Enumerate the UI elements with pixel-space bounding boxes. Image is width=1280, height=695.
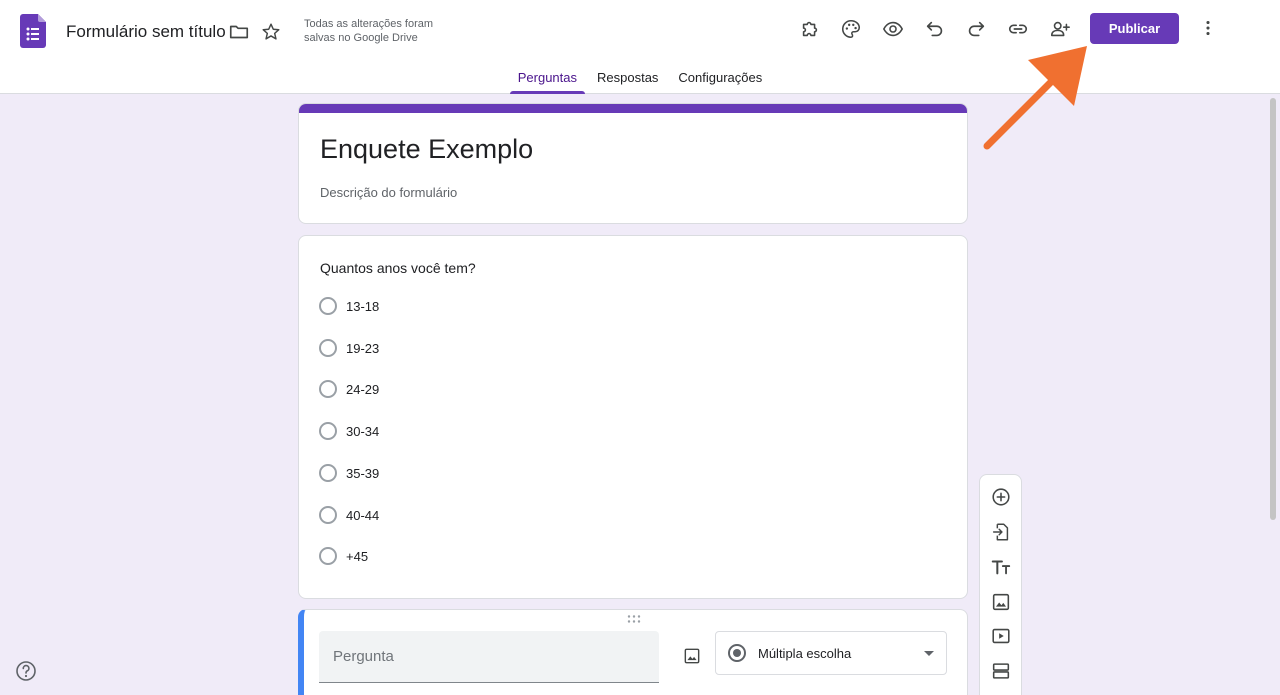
scrollbar-thumb[interactable] [1270, 98, 1276, 520]
redo-icon[interactable] [960, 13, 992, 45]
app-header: Formulário sem título Todas as alteraçõe… [0, 0, 1280, 94]
question-card[interactable]: Quantos anos você tem? 13-18 19-23 24-29… [298, 235, 968, 599]
radio-button[interactable] [319, 547, 337, 565]
link-icon[interactable] [1002, 13, 1034, 45]
question-editor-card[interactable]: Múltipla escolha [298, 609, 968, 695]
publish-button[interactable]: Publicar [1090, 13, 1179, 44]
radio-button[interactable] [319, 506, 337, 524]
floating-toolbar [979, 474, 1022, 695]
radio-button[interactable] [319, 297, 337, 315]
help-icon[interactable] [14, 659, 38, 683]
radio-button[interactable] [319, 422, 337, 440]
addons-icon[interactable] [794, 13, 826, 45]
form-description[interactable]: Descrição do formulário [320, 185, 457, 200]
option-label: 19-23 [346, 340, 380, 356]
option-label: 13-18 [346, 298, 380, 314]
add-image-icon[interactable] [676, 640, 708, 672]
tab-bar: Perguntas Respostas Configurações [0, 62, 1280, 94]
add-section-icon[interactable] [985, 655, 1017, 687]
question-type-select[interactable]: Múltipla escolha [715, 631, 947, 675]
option-label: 30-34 [346, 423, 380, 439]
tab-settings[interactable]: Configurações [670, 62, 770, 94]
question-title-input[interactable] [319, 631, 659, 683]
drag-handle-icon[interactable] [626, 614, 642, 624]
preview-eye-icon[interactable] [877, 13, 909, 45]
add-video-icon[interactable] [985, 620, 1017, 652]
option-label: 35-39 [346, 465, 380, 481]
option-item[interactable]: 13-18 [319, 296, 379, 316]
form-title-card[interactable]: Enquete Exemplo Descrição do formulário [298, 103, 968, 224]
tab-questions[interactable]: Perguntas [509, 62, 586, 94]
undo-icon[interactable] [919, 13, 951, 45]
radio-button[interactable] [319, 339, 337, 357]
forms-logo-icon[interactable] [20, 14, 46, 48]
question-title: Quantos anos você tem? [320, 260, 476, 276]
star-icon[interactable] [255, 16, 287, 48]
question-type-label: Múltipla escolha [758, 645, 852, 661]
option-item[interactable]: 24-29 [319, 379, 379, 399]
tab-responses[interactable]: Respostas [589, 62, 666, 94]
option-label: 40-44 [346, 507, 380, 523]
caret-down-icon [924, 650, 934, 656]
option-item[interactable]: 30-34 [319, 421, 379, 441]
add-image-icon[interactable] [985, 586, 1017, 618]
option-item[interactable]: 40-44 [319, 505, 379, 525]
option-item[interactable]: 19-23 [319, 338, 379, 358]
form-title[interactable]: Enquete Exemplo [320, 134, 533, 165]
option-label: 24-29 [346, 381, 380, 397]
add-title-icon[interactable] [985, 551, 1017, 583]
radio-checked-icon [728, 644, 746, 662]
option-label: +45 [346, 548, 369, 564]
title-card-accent [299, 104, 967, 113]
radio-button[interactable] [319, 464, 337, 482]
radio-button[interactable] [319, 380, 337, 398]
more-vert-icon[interactable] [1192, 12, 1224, 44]
add-collaborator-icon[interactable] [1044, 13, 1076, 45]
add-question-icon[interactable] [985, 481, 1017, 513]
palette-icon[interactable] [835, 13, 867, 45]
option-item[interactable]: +45 [319, 546, 368, 566]
option-item[interactable]: 35-39 [319, 463, 379, 483]
document-title[interactable]: Formulário sem título [66, 22, 226, 42]
save-status: Todas as alterações foram salvas no Goog… [304, 18, 434, 44]
import-questions-icon[interactable] [985, 516, 1017, 548]
folder-icon[interactable] [223, 16, 255, 48]
